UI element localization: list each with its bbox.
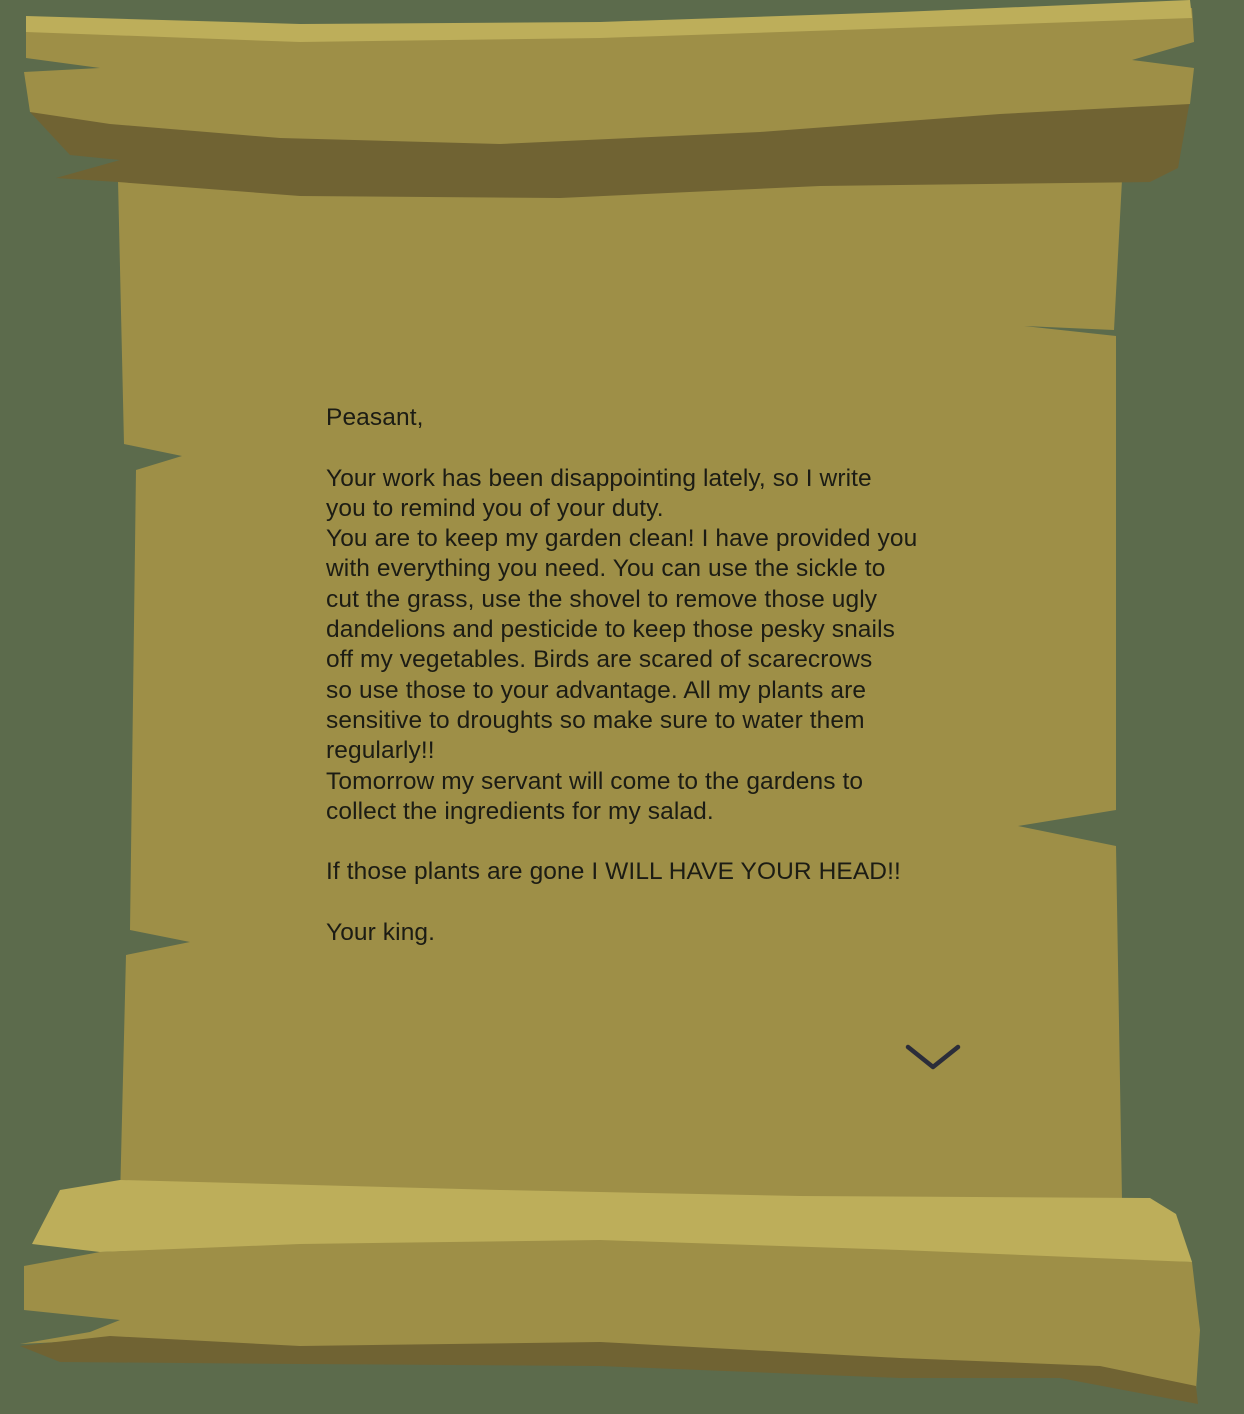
letter-body: Your work has been disappointing lately,… [326, 464, 918, 825]
letter-signature: Your king. [326, 919, 436, 947]
chevron-down-icon [905, 1044, 961, 1070]
game-screen: Peasant, Your work has been disappointin… [0, 0, 1244, 1414]
letter-greeting: Peasant, [326, 404, 424, 431]
continue-button[interactable] [896, 1030, 970, 1080]
royal-letter: Peasant, Your work has been disappointin… [326, 403, 986, 948]
letter-threat: If those plants are gone I WILL HAVE YOU… [326, 858, 901, 886]
